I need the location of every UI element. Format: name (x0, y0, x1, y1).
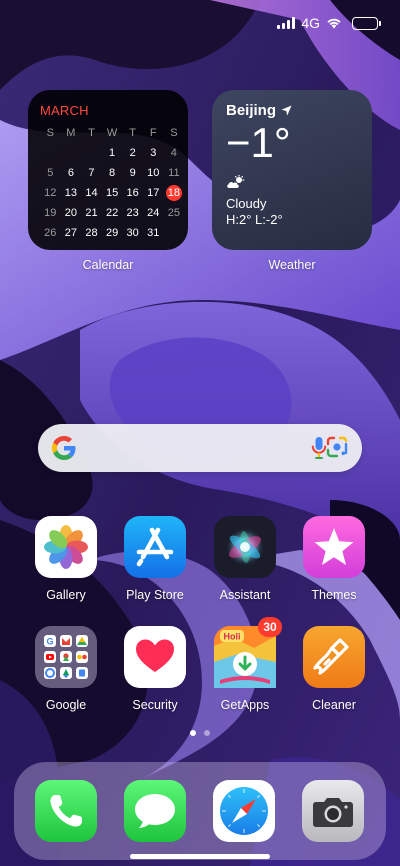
calendar-day: 23 (126, 207, 139, 219)
weather-high-low: H:2° L:-2° (226, 212, 283, 227)
app-store-icon (124, 516, 186, 578)
app-label: Google (45, 698, 87, 712)
calendar-day: 17 (147, 187, 160, 199)
getapps-banner-text: Holi (224, 632, 241, 642)
google-lens-icon[interactable] (325, 435, 349, 459)
heart-icon (124, 626, 186, 688)
broom-icon (303, 626, 365, 688)
weather-widget[interactable]: Beijing −1° Cloudy H:2° L:-2° (212, 90, 372, 250)
page-dot[interactable] (204, 730, 210, 736)
app-label: Gallery (46, 588, 86, 602)
app-cleaner[interactable]: Cleaner (293, 626, 375, 712)
calendar-today: 18 (165, 185, 182, 201)
calendar-weekday: T (129, 127, 137, 139)
calendar-month: MARCH (40, 103, 89, 118)
signal-icon (277, 17, 296, 29)
calendar-day: 4 (170, 147, 177, 159)
gallery-icon (35, 516, 97, 578)
calendar-day: 9 (129, 167, 136, 179)
network-type: 4G (301, 15, 320, 31)
calendar-day: 25 (167, 207, 180, 219)
calendar-day (61, 145, 82, 161)
cloud-sun-icon (227, 174, 245, 188)
weather-city: Beijing (226, 102, 277, 119)
calendar-day: 1 (109, 147, 116, 159)
app-themes[interactable]: Themes (293, 516, 375, 602)
app-security[interactable]: Security (114, 626, 196, 712)
app-gallery[interactable]: Gallery (25, 516, 107, 602)
page-indicator[interactable] (0, 730, 400, 736)
calendar-day: 12 (44, 187, 57, 199)
messages-icon[interactable] (124, 780, 186, 842)
calendar-day: 29 (105, 227, 119, 239)
wifi-icon (327, 18, 341, 29)
svg-text:G: G (46, 637, 53, 647)
siri-icon (214, 516, 276, 578)
app-assistant[interactable]: Assistant (204, 516, 286, 602)
calendar-day: 22 (105, 207, 119, 219)
calendar-weekday: M (66, 127, 76, 139)
calendar-day: 13 (64, 187, 78, 199)
app-label: Security (132, 698, 178, 712)
calendar-day: 7 (88, 167, 95, 179)
calendar-day: 24 (147, 207, 160, 219)
calendar-day (40, 145, 61, 161)
calendar-grid: S M T W T F S 1 2 3 4 5 6 7 8 9 10 11 12 13 14 15 16 17 18 19 20 21… (40, 125, 182, 241)
calendar-day: 15 (105, 187, 119, 199)
calendar-day: 26 (44, 227, 57, 239)
battery-icon (352, 16, 381, 30)
calendar-day: 6 (67, 167, 74, 179)
calendar-weekday: S (46, 127, 54, 139)
calendar-day (81, 145, 102, 161)
calendar-weekday: W (106, 127, 118, 139)
weather-condition: Cloudy (226, 196, 267, 211)
app-label: GetApps (220, 698, 270, 712)
notification-badge: 30 (258, 617, 282, 637)
calendar-weekday: T (88, 127, 95, 139)
calendar-day: 11 (168, 167, 180, 179)
calendar-widget-label: Calendar (82, 258, 134, 272)
app-google-folder[interactable]: G Google (25, 626, 107, 712)
calendar-day: 19 (44, 207, 57, 219)
google-g-icon (52, 436, 76, 460)
calendar-day: 30 (126, 227, 139, 239)
app-label: Assistant (219, 588, 271, 602)
calendar-day: 2 (129, 147, 136, 159)
calendar-day: 8 (109, 167, 116, 179)
calendar-widget[interactable]: MARCH S M T W T F S 1 2 3 4 5 6 7 8 9 10 11 12 13 14 15 16 17 18… (28, 90, 188, 250)
calendar-day: 20 (64, 207, 78, 219)
calendar-day: 27 (64, 227, 78, 239)
calendar-day: 21 (85, 207, 98, 219)
calendar-day: 10 (147, 167, 160, 179)
app-label: Themes (311, 588, 357, 602)
calendar-day: 28 (85, 227, 98, 239)
getapps-icon: Holi 30 (214, 617, 282, 688)
calendar-day: 5 (47, 167, 54, 179)
calendar-weekday: F (149, 127, 157, 139)
app-label: Play Store (126, 588, 184, 602)
page-dot[interactable] (190, 730, 196, 736)
weather-temperature: −1° (226, 119, 291, 166)
calendar-day: 3 (150, 147, 157, 159)
calendar-day: 16 (126, 187, 139, 199)
app-label: Cleaner (312, 698, 356, 712)
status-bar: 4G (277, 14, 381, 32)
calendar-weekday: S (170, 127, 178, 139)
app-getapps[interactable]: Holi 30 GetApps (204, 617, 286, 712)
app-play-store[interactable]: Play Store (114, 516, 196, 602)
calendar-day: 31 (147, 227, 160, 239)
home-indicator[interactable] (130, 854, 270, 859)
phone-icon[interactable] (35, 780, 97, 842)
camera-icon[interactable] (302, 780, 364, 842)
google-folder-icon: G (35, 626, 97, 688)
weather-widget-label: Weather (268, 258, 316, 272)
star-icon (303, 516, 365, 578)
calendar-day: 14 (85, 187, 98, 199)
google-search-bar[interactable] (38, 424, 362, 472)
location-arrow-icon (281, 105, 292, 116)
compass-icon[interactable] (213, 780, 275, 842)
weather-city-row: Beijing (226, 102, 358, 119)
calendar-day (164, 225, 185, 241)
